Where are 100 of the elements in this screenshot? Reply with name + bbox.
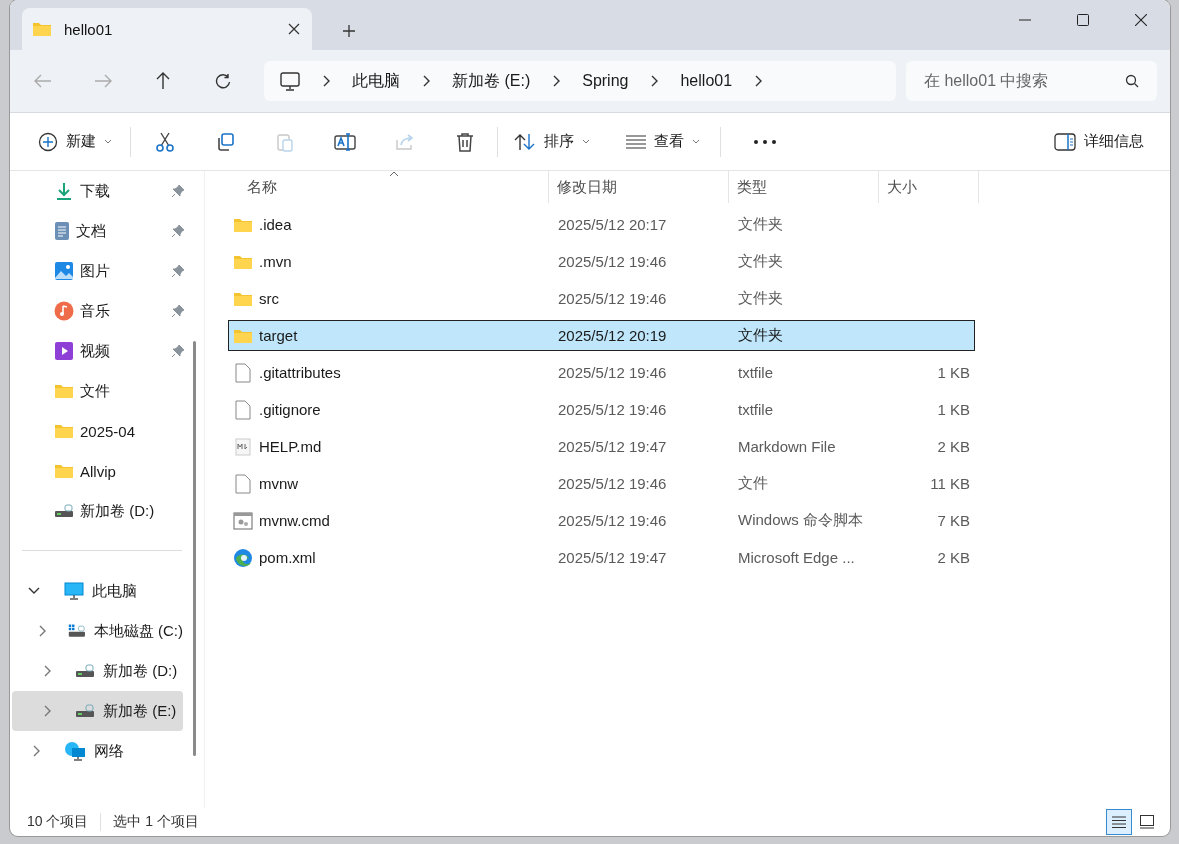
file-name: mvnw.cmd (259, 512, 330, 529)
paste-icon (275, 131, 295, 152)
maximize-icon (1077, 13, 1089, 26)
folder-icon (54, 423, 74, 439)
modified-date: 2025/5/12 19:46 (558, 364, 668, 381)
sidebar-item[interactable]: 下载 (12, 171, 195, 211)
selection-count: 选中 1 个项目 (100, 813, 200, 831)
folder-icon (233, 253, 253, 270)
arrow-left-icon (34, 74, 52, 88)
minimize-icon (1019, 18, 1031, 21)
folder-icon (233, 216, 253, 233)
markdown-file-icon (235, 437, 251, 456)
computer-icon (280, 71, 300, 91)
file-size: 2 KB (936, 549, 970, 566)
column-header[interactable]: 类型 (729, 171, 879, 203)
sidebar-item[interactable]: 图片 (12, 251, 195, 291)
sidebar-item[interactable]: 视频 (12, 331, 195, 371)
close-icon[interactable] (288, 23, 300, 35)
tree-item[interactable]: 新加卷 (E:) (12, 691, 183, 731)
plus-icon (342, 24, 356, 38)
breadcrumb[interactable]: Spring (582, 72, 629, 90)
chevron-right-icon (322, 75, 330, 87)
file-row[interactable]: .gitignore 2025/5/12 19:46 txtfile 1 KB (228, 394, 975, 425)
file-row[interactable]: .idea 2025/5/12 20:17 文件夹 (228, 209, 975, 240)
window-tab[interactable]: hello01 (22, 8, 312, 50)
file-size: 7 KB (936, 512, 970, 529)
chevron-right-icon[interactable] (37, 625, 46, 637)
folder-icon (54, 383, 74, 399)
file-row[interactable]: mvnw.cmd 2025/5/12 19:46 Windows 命令脚本 7 KB (228, 505, 975, 536)
breadcrumb[interactable]: hello01 (680, 72, 733, 90)
music-icon (54, 301, 74, 321)
file-size: 11 KB (929, 475, 970, 492)
file-size: 2 KB (936, 438, 970, 455)
modified-date: 2025/5/12 20:17 (558, 216, 668, 233)
folder-icon (233, 290, 253, 307)
folder-icon (54, 463, 74, 479)
column-header[interactable]: 大小 (879, 171, 979, 203)
script-file-icon (233, 511, 253, 530)
folder-icon (233, 327, 253, 344)
scrollbar[interactable] (193, 341, 196, 756)
tiles-icon (1139, 815, 1155, 829)
file-row[interactable]: HELP.md 2025/5/12 19:47 Markdown File 2 KB (228, 431, 975, 462)
column-header[interactable]: 修改日期 (549, 171, 729, 203)
new-button[interactable]: 新建 (30, 125, 120, 158)
chevron-down-icon[interactable] (28, 587, 40, 595)
file-name: .idea (259, 216, 292, 233)
caret-down-icon (582, 138, 590, 145)
arrow-right-icon (94, 74, 112, 88)
sort-caret-icon (388, 171, 399, 177)
file-row[interactable]: src 2025/5/12 19:46 文件夹 (228, 283, 975, 314)
file-type: 文件 (738, 474, 769, 493)
modified-date: 2025/5/12 19:46 (558, 401, 668, 418)
system-drive-icon (68, 622, 86, 640)
file-type: Markdown File (738, 438, 837, 455)
sort-arrows-icon (514, 132, 536, 151)
folder-icon (32, 21, 52, 37)
chevron-right-icon[interactable] (43, 665, 51, 677)
details-view-button[interactable] (1106, 809, 1132, 835)
modified-date: 2025/5/12 19:46 (558, 290, 668, 307)
file-name: HELP.md (259, 438, 322, 455)
chevron-right-icon[interactable] (32, 745, 40, 757)
view-button[interactable]: 查看 (618, 126, 708, 157)
file-row[interactable]: .mvn 2025/5/12 19:46 文件夹 (228, 246, 975, 277)
file-type: 文件夹 (738, 326, 784, 345)
list-icon (1112, 816, 1126, 828)
file-name: .gitignore (259, 401, 321, 418)
details-pane-icon (1054, 132, 1076, 151)
sort-button[interactable]: 排序 (506, 126, 598, 157)
search-field[interactable]: 在 hello01 中搜索 (906, 61, 1157, 101)
column-header[interactable]: 名称 (205, 171, 549, 203)
scissors-icon (155, 131, 175, 152)
tree-item[interactable]: 网络 (12, 731, 183, 771)
sidebar-item[interactable]: 新加卷 (D:) (12, 491, 195, 531)
details-button[interactable]: 详细信息 (1046, 126, 1152, 157)
tree-item[interactable]: 此电脑 (12, 571, 183, 611)
item-count: 10 个项目 (26, 813, 90, 831)
tree-item[interactable]: 本地磁盘 (C:) (12, 611, 183, 651)
browser-icon (233, 547, 253, 568)
address-bar[interactable]: 此电脑 新加卷 (E:) Spring hello01 (264, 61, 896, 101)
sidebar-item[interactable]: 音乐 (12, 291, 195, 331)
file-icon (235, 362, 251, 383)
breadcrumb[interactable]: 新加卷 (E:) (452, 70, 531, 92)
modified-date: 2025/5/12 19:46 (558, 512, 668, 529)
file-type: 文件夹 (738, 252, 784, 271)
file-row[interactable]: target 2025/5/12 20:19 文件夹 (228, 320, 975, 351)
file-type: 文件夹 (738, 289, 784, 308)
share-icon (395, 131, 415, 152)
file-row[interactable]: pom.xml 2025/5/12 19:47 Microsoft Edge ... 2 KB (228, 542, 975, 573)
file-row[interactable]: mvnw 2025/5/12 19:46 文件 11 KB (228, 468, 975, 499)
breadcrumb[interactable]: 此电脑 (352, 70, 400, 92)
image-icon (54, 261, 74, 281)
caret-down-icon (692, 138, 700, 145)
tree-item[interactable]: 新加卷 (D:) (12, 651, 183, 691)
caret-down-icon (104, 138, 112, 145)
chevron-right-icon[interactable] (43, 705, 51, 717)
modified-date: 2025/5/12 19:47 (558, 438, 668, 455)
sidebar-item[interactable]: 文档 (12, 211, 195, 251)
modified-date: 2025/5/12 19:46 (558, 253, 668, 270)
file-row[interactable]: .gitattributes 2025/5/12 19:46 txtfile 1 KB (228, 357, 975, 388)
file-type: txtfile (738, 401, 774, 418)
